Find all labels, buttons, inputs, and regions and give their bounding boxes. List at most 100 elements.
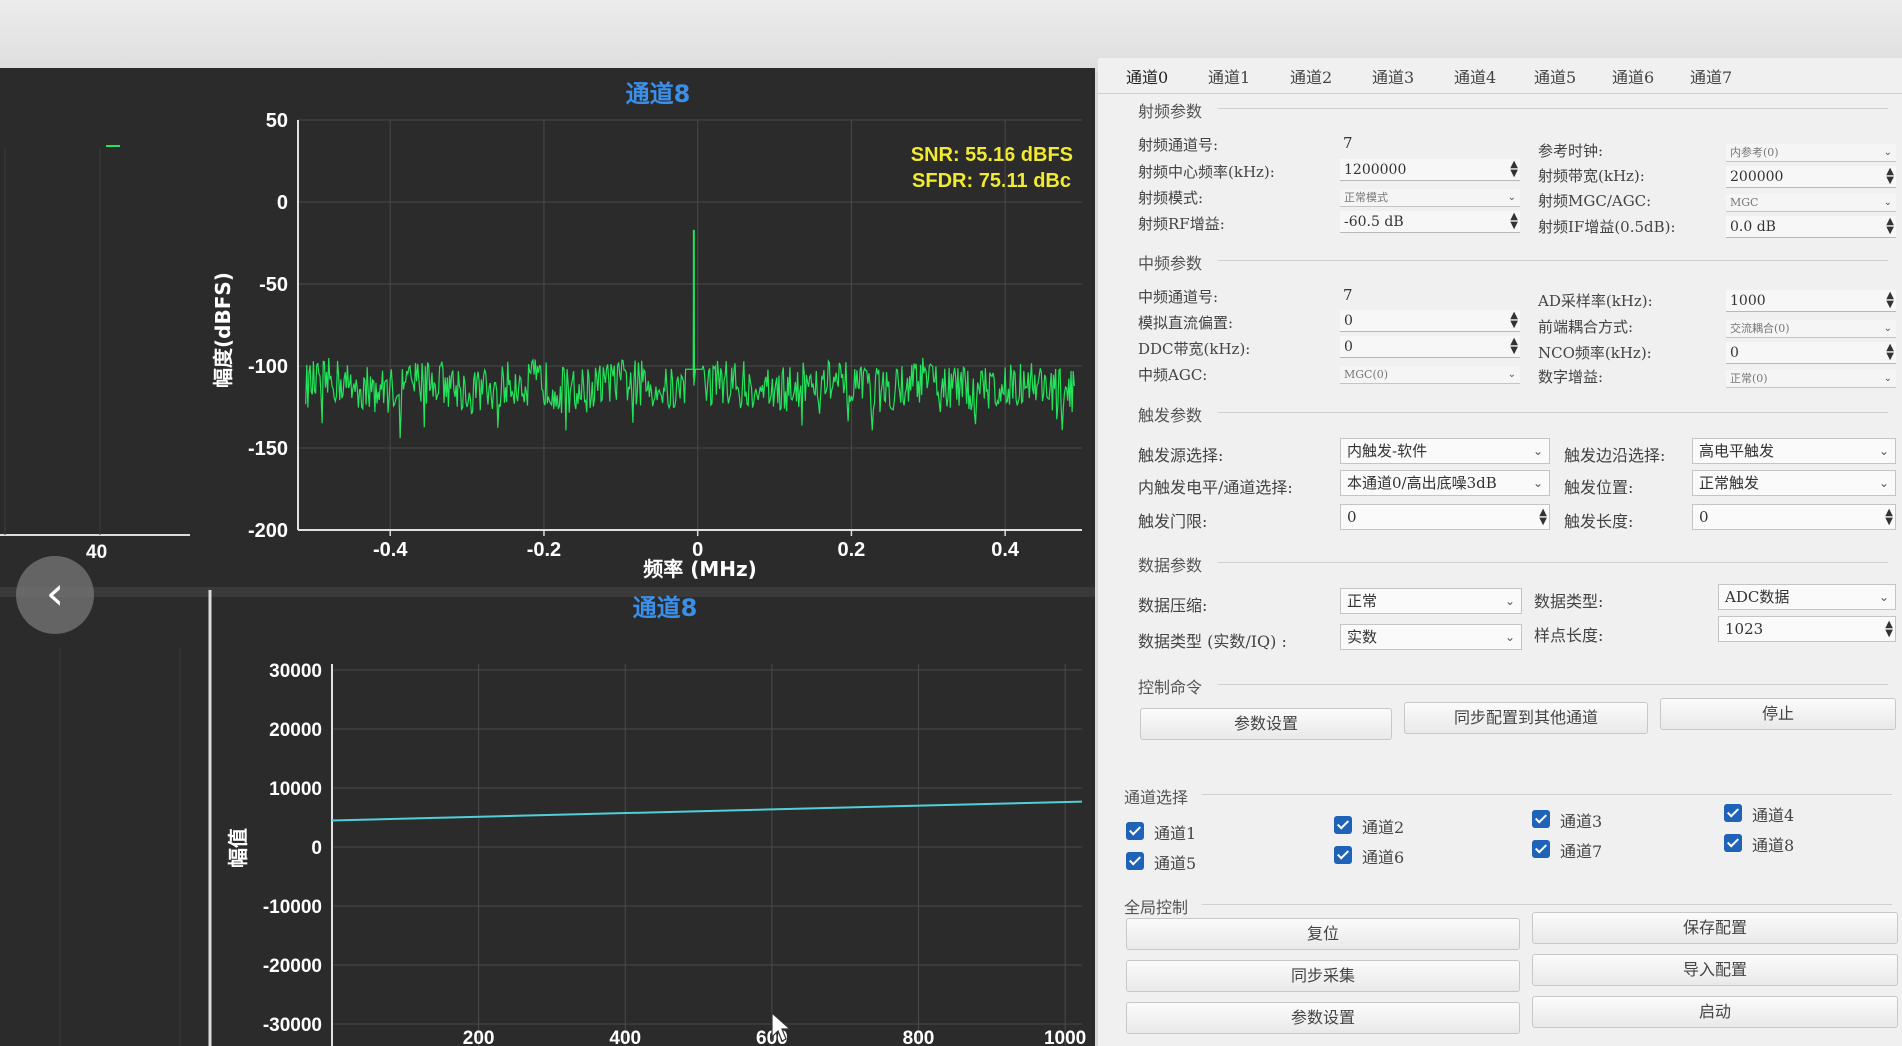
time-trace — [331, 800, 1083, 822]
group-divider — [1218, 684, 1888, 685]
spectrum-ytick: -200 — [248, 520, 288, 542]
spectrum-ytick: -50 — [259, 274, 288, 296]
tab-channel4[interactable]: 通道4 — [1454, 64, 1496, 88]
ad-rate-label: AD采样率(kHz): — [1538, 292, 1653, 310]
trigger-threshold-text: 0 — [1347, 508, 1357, 526]
rf-if-gain-input[interactable]: 0.0 dB ▲ ▼ — [1726, 216, 1896, 238]
trigger-threshold-label: 触发门限: — [1138, 512, 1208, 531]
tab-channel2[interactable]: 通道2 — [1290, 64, 1332, 88]
spin-arrows-icon[interactable]: ▲ ▼ — [1510, 311, 1518, 330]
spin-arrows-icon[interactable]: ▲ ▼ — [1885, 620, 1893, 639]
spectrum-xtick: 0 — [692, 539, 703, 561]
spin-arrows-icon[interactable]: ▲ ▼ — [1539, 508, 1547, 527]
rf-if-gain-text: 0.0 dB — [1730, 219, 1776, 235]
save-config-button[interactable]: 保存配置 — [1532, 912, 1898, 944]
control-panel: 通道0 通道1 通道2 通道3 通道4 通道5 通道6 通道7 射频参数 射频通… — [1098, 58, 1902, 1046]
rf-if-gain-label: 射频IF增益(0.5dB): — [1538, 218, 1676, 236]
group-divider — [1218, 260, 1888, 261]
time-xtick: 400 — [609, 1028, 641, 1046]
channel-checkbox-6[interactable] — [1334, 846, 1352, 864]
spin-arrows-icon[interactable]: ▲ ▼ — [1510, 212, 1518, 231]
rf-center-freq-input[interactable]: 1200000 ▲ ▼ — [1340, 159, 1520, 181]
tab-channel6[interactable]: 通道6 — [1612, 64, 1654, 88]
start-button[interactable]: 启动 — [1532, 996, 1898, 1028]
data-type-select[interactable]: ADC数据 ⌄ — [1718, 584, 1896, 610]
spectrum-xtick: 0.4 — [991, 539, 1020, 561]
back-nav-button[interactable]: ‹ — [16, 556, 94, 634]
spin-arrows-icon[interactable]: ▲ ▼ — [1886, 167, 1894, 186]
spin-arrows-icon[interactable]: ▲ ▼ — [1886, 343, 1894, 362]
spin-arrows-icon[interactable]: ▲ ▼ — [1886, 291, 1894, 310]
coupling-text: 交流耦合(0) — [1730, 322, 1790, 335]
coupling-select[interactable]: 交流耦合(0) ⌄ — [1726, 320, 1896, 338]
reset-button[interactable]: 复位 — [1126, 918, 1520, 950]
import-config-button[interactable]: 导入配置 — [1532, 954, 1898, 986]
ad-rate-input[interactable]: 1000 ▲ ▼ — [1726, 290, 1896, 312]
chevron-down-icon: ⌄ — [1883, 373, 1892, 384]
tab-channel3[interactable]: 通道3 — [1372, 64, 1414, 88]
spin-arrows-icon[interactable]: ▲ ▼ — [1885, 508, 1893, 527]
channel-checkbox-4[interactable] — [1724, 804, 1742, 822]
rf-mgc-agc-label: 射频MGC/AGC: — [1538, 192, 1652, 210]
chevron-down-icon: ⌄ — [1878, 476, 1889, 490]
channel-checkbox-1[interactable] — [1126, 822, 1144, 840]
spectrum-xtick: -0.2 — [527, 539, 561, 561]
channel-checkbox-8[interactable] — [1724, 834, 1742, 852]
tab-channel1[interactable]: 通道1 — [1208, 64, 1250, 88]
spin-arrows-icon[interactable]: ▲ ▼ — [1510, 337, 1518, 356]
sync-config-button[interactable]: 同步配置到其他通道 — [1404, 702, 1648, 734]
data-group-title: 数据参数 — [1138, 556, 1203, 575]
trigger-level-select[interactable]: 本通道0/高出底噪3dB ⌄ — [1340, 470, 1550, 496]
group-divider — [1218, 562, 1888, 563]
real-iq-select[interactable]: 实数 ⌄ — [1340, 624, 1522, 650]
trigger-length-text: 0 — [1699, 508, 1709, 526]
time-ytick: 30000 — [269, 661, 322, 682]
left-partial-plot: 40 — [0, 145, 190, 563]
time-ytick: 20000 — [269, 720, 322, 741]
spin-arrows-icon[interactable]: ▲ ▼ — [1886, 217, 1894, 236]
channel-checkbox-label: 通道4 — [1752, 806, 1795, 825]
tab-channel0[interactable]: 通道0 — [1126, 64, 1168, 88]
dc-bias-input[interactable]: 0 ▲ ▼ — [1340, 310, 1520, 332]
group-divider — [1218, 412, 1888, 413]
trigger-edge-select[interactable]: 高电平触发 ⌄ — [1692, 438, 1896, 464]
spectrum-ytick: -150 — [248, 438, 288, 460]
rf-mode-select[interactable]: 正常模式 ⌄ — [1340, 189, 1520, 207]
stop-button[interactable]: 停止 — [1660, 698, 1896, 730]
trigger-position-label: 触发位置: — [1564, 478, 1634, 497]
sample-length-input[interactable]: 1023 ▲ ▼ — [1718, 616, 1896, 642]
spectrum-ytick: -100 — [248, 356, 288, 378]
set-params-button[interactable]: 参数设置 — [1140, 708, 1392, 740]
sync-capture-button[interactable]: 同步采集 — [1126, 960, 1520, 992]
channel-checkbox-2[interactable] — [1334, 816, 1352, 834]
plot-divider — [0, 587, 1095, 597]
spin-arrows-icon[interactable]: ▲ ▼ — [1510, 160, 1518, 179]
if-agc-select[interactable]: MGC(0) ⌄ — [1340, 366, 1520, 384]
dc-bias-label: 模拟直流偏置: — [1138, 314, 1234, 332]
time-domain-chart: 通道8 幅值 30000 20000 10000 0 -10000 -20000 -3000… — [226, 594, 1086, 1046]
tab-channel7[interactable]: 通道7 — [1690, 64, 1732, 88]
trigger-position-select[interactable]: 正常触发 ⌄ — [1692, 470, 1896, 496]
rf-mgc-agc-select[interactable]: MGC ⌄ — [1726, 194, 1896, 212]
compress-select[interactable]: 正常 ⌄ — [1340, 588, 1522, 614]
control-group-title: 控制命令 — [1138, 678, 1203, 697]
tab-channel5[interactable]: 通道5 — [1534, 64, 1576, 88]
nco-label: NCO频率(kHz): — [1538, 344, 1652, 362]
spectrum-xtick: -0.4 — [373, 539, 408, 561]
rf-bandwidth-input[interactable]: 200000 ▲ ▼ — [1726, 166, 1896, 188]
channel-checkbox-3[interactable] — [1532, 810, 1550, 828]
nco-input[interactable]: 0 ▲ ▼ — [1726, 342, 1896, 364]
ddc-bw-input[interactable]: 0 ▲ ▼ — [1340, 336, 1520, 358]
channel-checkbox-label: 通道2 — [1362, 818, 1405, 837]
chevron-down-icon: ⌄ — [1878, 590, 1889, 604]
ref-clock-select[interactable]: 内参考(0) ⌄ — [1726, 144, 1896, 162]
rf-gain-input[interactable]: -60.5 dB ▲ ▼ — [1340, 211, 1520, 233]
digital-gain-label: 数字增益: — [1538, 368, 1604, 386]
channel-checkbox-7[interactable] — [1532, 840, 1550, 858]
trigger-threshold-input[interactable]: 0 ▲ ▼ — [1340, 504, 1550, 530]
channel-checkbox-5[interactable] — [1126, 852, 1144, 870]
global-set-params-button[interactable]: 参数设置 — [1126, 1002, 1520, 1034]
trigger-length-input[interactable]: 0 ▲ ▼ — [1692, 504, 1896, 530]
digital-gain-select[interactable]: 正常(0) ⌄ — [1726, 370, 1896, 388]
trigger-source-select[interactable]: 内触发-软件 ⌄ — [1340, 438, 1550, 464]
